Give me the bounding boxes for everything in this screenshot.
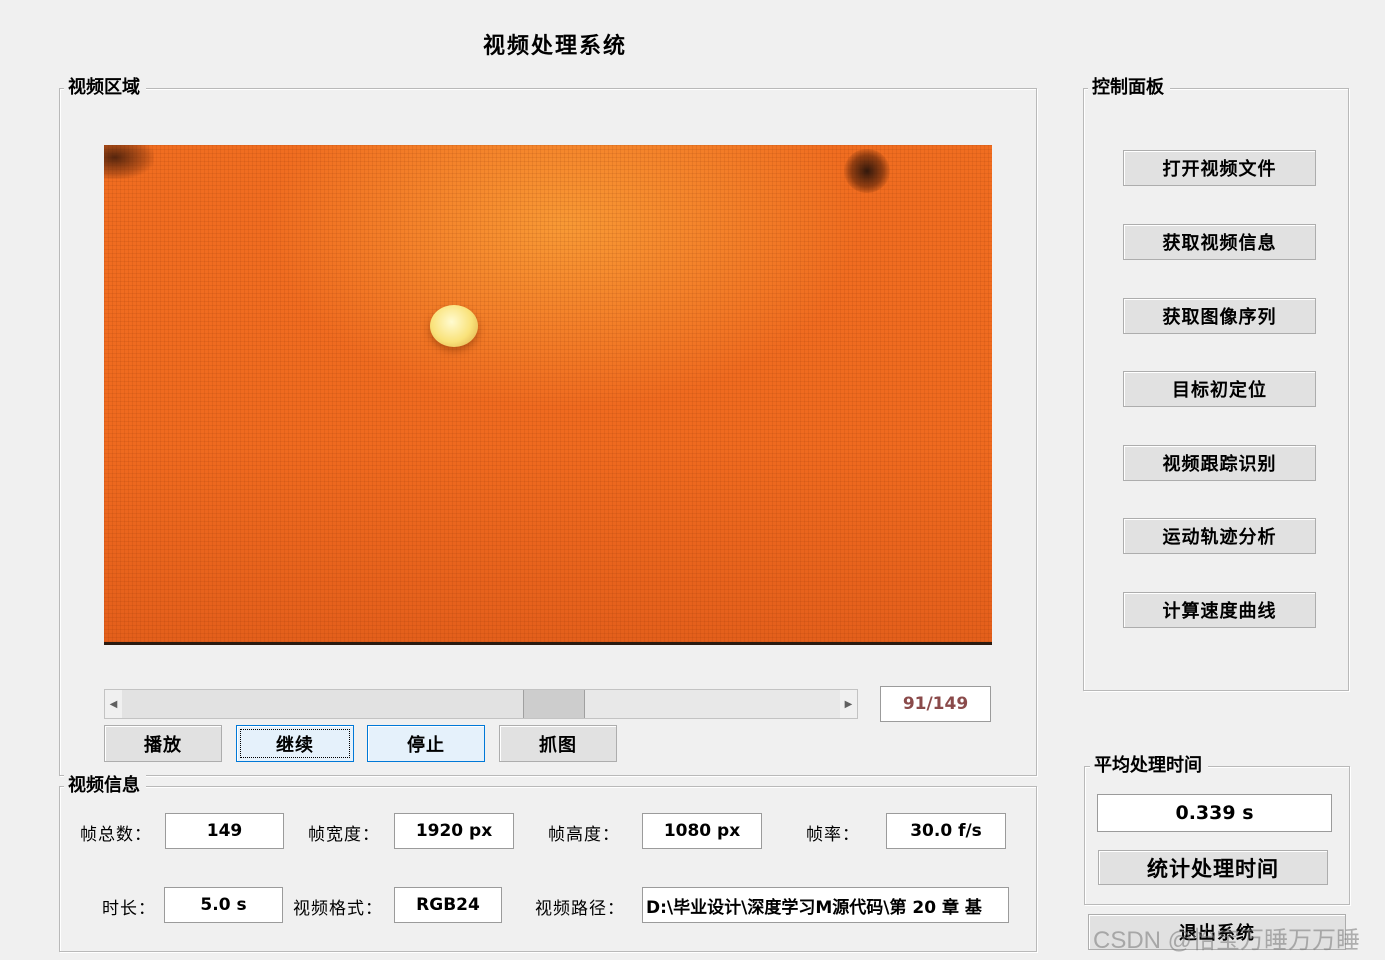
timing-legend: 平均处理时间: [1090, 755, 1208, 777]
total-frames-value: 149: [165, 813, 284, 849]
frame-height-label: 帧高度：: [548, 825, 620, 845]
ping-pong-ball: [430, 305, 478, 347]
video-shadow-right: [844, 149, 890, 193]
duration-label: 时长：: [102, 899, 156, 919]
target-locate-button[interactable]: 目标初定位: [1123, 371, 1316, 407]
video-tracking-button[interactable]: 视频跟踪识别: [1123, 445, 1316, 481]
compute-time-button[interactable]: 统计处理时间: [1098, 850, 1328, 885]
get-image-sequence-button[interactable]: 获取图像序列: [1123, 298, 1316, 334]
open-video-button[interactable]: 打开视频文件: [1123, 150, 1316, 186]
slider-right-arrow-icon[interactable]: ▶: [840, 690, 857, 718]
path-label: 视频路径：: [535, 899, 625, 919]
slider-track-fill: [122, 690, 523, 718]
avg-time-value: 0.339 s: [1097, 794, 1332, 832]
window-title: 视频处理系统: [482, 34, 627, 59]
get-video-info-button[interactable]: 获取视频信息: [1123, 224, 1316, 260]
duration-value: 5.0 s: [164, 887, 283, 923]
video-shadow-left: [104, 145, 154, 179]
frame-height-value: 1080 px: [642, 813, 762, 849]
video-info-group: [59, 786, 1037, 952]
format-label: 视频格式：: [293, 899, 383, 919]
path-value: D:\毕业设计\深度学习M源代码\第 20 章 基: [642, 887, 1009, 923]
video-area-legend: 视频区域: [64, 77, 146, 99]
video-info-legend: 视频信息: [64, 775, 146, 797]
slider-thumb[interactable]: [522, 690, 585, 718]
frame-counter: 91/149: [880, 686, 991, 722]
frame-width-label: 帧宽度：: [308, 825, 380, 845]
control-panel-legend: 控制面板: [1088, 77, 1170, 99]
frame-slider[interactable]: ◀ ▶: [104, 689, 858, 719]
total-frames-label: 帧总数：: [80, 825, 152, 845]
play-button[interactable]: 播放: [104, 725, 222, 762]
format-value: RGB24: [394, 887, 502, 923]
grab-frame-button[interactable]: 抓图: [499, 725, 617, 762]
frame-rate-value: 30.0 f/s: [886, 813, 1006, 849]
video-frame: [104, 145, 992, 645]
continue-button[interactable]: 继续: [236, 725, 354, 762]
slider-left-arrow-icon[interactable]: ◀: [105, 690, 122, 718]
trajectory-analysis-button[interactable]: 运动轨迹分析: [1123, 518, 1316, 554]
stop-button[interactable]: 停止: [367, 725, 485, 762]
frame-rate-label: 帧率：: [806, 825, 860, 845]
frame-width-value: 1920 px: [394, 813, 514, 849]
speed-curve-button[interactable]: 计算速度曲线: [1123, 592, 1316, 628]
watermark: CSDN @怡宝万睡万万睡: [1093, 927, 1361, 954]
